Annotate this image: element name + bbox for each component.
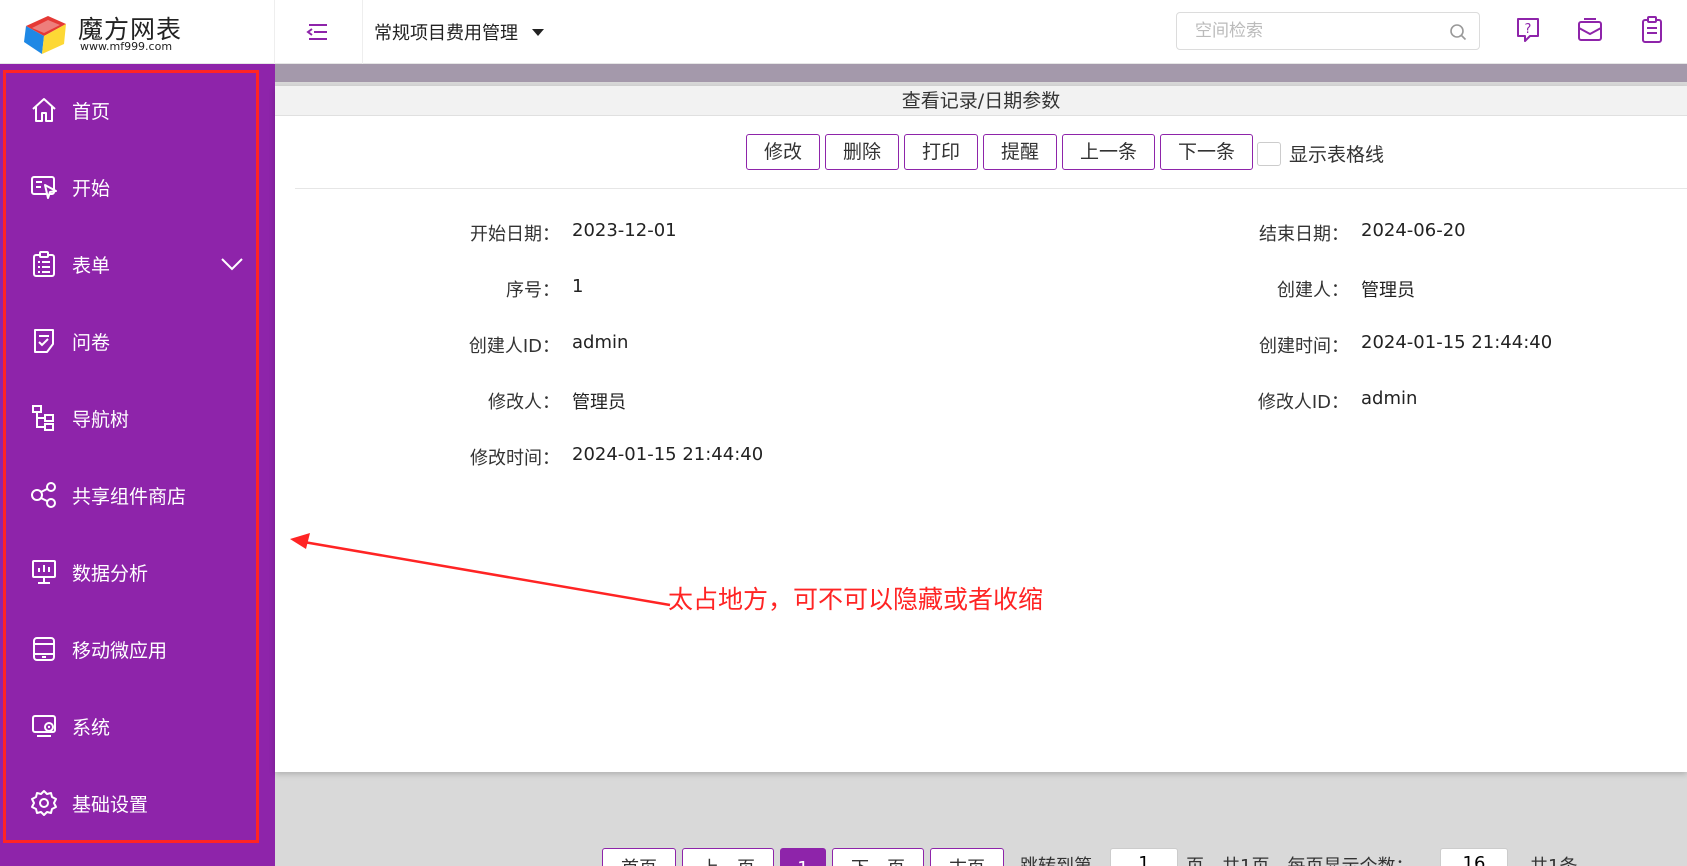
sidebar-item-label: 开始 [72, 178, 111, 200]
sidebar-item-share-store[interactable]: 共享组件商店 [0, 465, 262, 525]
sidebar-item-home[interactable]: 首页 [0, 80, 262, 140]
current-page-button[interactable]: 1 [780, 848, 826, 866]
modifier-id-label: 修改人ID： [1257, 392, 1349, 413]
nav-tree-icon [32, 405, 54, 431]
sidebar-item-mobile-app[interactable]: 移动微应用 [0, 619, 262, 679]
next-record-button[interactable]: 下一条 [1160, 134, 1253, 170]
grid-lines-toggle[interactable]: 显示表格线 [1257, 140, 1384, 167]
jump-label: 跳转到第 [1020, 852, 1092, 866]
start-icon [31, 176, 57, 199]
end-date-label: 结束日期： [1259, 224, 1349, 245]
project-name: 常规项目费用管理 [374, 23, 518, 44]
clipboard-icon[interactable] [1636, 14, 1668, 46]
modifier-value: 管理员 [572, 392, 626, 413]
settings-icon [31, 790, 57, 816]
sidebar-item-start[interactable]: 开始 [0, 157, 262, 217]
total-count: 共1条 [1530, 852, 1577, 866]
content-overlay-bar [275, 64, 1687, 82]
modified-time-label: 修改时间： [470, 448, 560, 469]
header-divider [274, 0, 275, 64]
grid-lines-checkbox[interactable] [1257, 141, 1281, 166]
sidebar-item-label: 系统 [72, 717, 111, 739]
top-header: 魔方网表 www.mf999.com 常规项目费用管理 ? [0, 0, 1687, 64]
sidebar-item-form[interactable]: 表单 [0, 234, 262, 294]
sidebar-item-nav-tree[interactable]: 导航树 [0, 388, 262, 448]
prev-record-button[interactable]: 上一条 [1062, 134, 1155, 170]
creator-value: 管理员 [1361, 280, 1415, 301]
view-record-dialog: 查看记录/日期参数 修改 删除 打印 提醒 上一条 下一条 显示表格线 开始日期… [275, 86, 1687, 772]
svg-text:?: ? [1525, 22, 1532, 37]
sidebar-item-label: 导航树 [72, 409, 130, 431]
last-page-button[interactable]: 末页 [930, 848, 1004, 866]
project-selector[interactable]: 常规项目费用管理 [374, 18, 544, 46]
annotation-text: 太占地方，可不可以隐藏或者收缩 [668, 585, 1044, 614]
home-icon [32, 98, 56, 122]
header-divider [362, 0, 363, 64]
record-toolbar: 修改 删除 打印 提醒 上一条 下一条 显示表格线 [275, 134, 1687, 170]
sidebar-item-label: 移动微应用 [72, 640, 168, 662]
creator-id-label: 创建人ID： [468, 336, 560, 357]
mobile-icon [33, 637, 55, 661]
sidebar-item-settings[interactable]: 基础设置 [0, 773, 262, 833]
edit-button[interactable]: 修改 [746, 134, 820, 170]
dialog-title: 查看记录/日期参数 [275, 86, 1687, 116]
form-icon [33, 251, 55, 277]
sidebar-item-label: 问卷 [72, 332, 111, 354]
message-icon[interactable] [1574, 14, 1606, 46]
analytics-icon [32, 560, 56, 584]
seq-label: 序号： [506, 280, 560, 301]
creator-label: 创建人： [1277, 280, 1349, 301]
sidebar: 首页 开始 表单 问卷 导航树 共享组件商店 数据分析 移动微应用 系统 基础设… [0, 64, 275, 866]
collapse-menu-icon [306, 24, 327, 40]
page-info: 页，共1页，每页显示个数： [1186, 852, 1413, 866]
end-date-value: 2024-06-20 [1361, 220, 1466, 241]
logo-cube-icon [24, 16, 66, 54]
modifier-id-value: admin [1361, 388, 1418, 409]
start-date-label: 开始日期： [470, 224, 560, 245]
created-time-label: 创建时间： [1259, 336, 1349, 357]
sidebar-item-system[interactable]: 系统 [0, 696, 262, 756]
sidebar-item-label: 基础设置 [72, 794, 149, 816]
grid-lines-label: 显示表格线 [1289, 144, 1385, 166]
delete-button[interactable]: 删除 [825, 134, 899, 170]
creator-id-value: admin [572, 332, 629, 353]
next-page-button[interactable]: 下一页 [832, 848, 924, 866]
sidebar-item-label: 共享组件商店 [72, 486, 187, 508]
questionnaire-icon [34, 329, 54, 353]
created-time-value: 2024-01-15 21:44:40 [1361, 332, 1553, 353]
sidebar-item-analytics[interactable]: 数据分析 [0, 542, 262, 602]
page-size-input[interactable] [1440, 848, 1508, 866]
prev-page-button[interactable]: 上一页 [682, 848, 774, 866]
remind-button[interactable]: 提醒 [983, 134, 1057, 170]
caret-down-icon [532, 28, 544, 36]
search-input[interactable] [1195, 19, 1445, 43]
search-icon[interactable] [1449, 23, 1467, 41]
modified-time-value: 2024-01-15 21:44:40 [572, 444, 764, 465]
print-button[interactable]: 打印 [904, 134, 978, 170]
sidebar-item-label: 数据分析 [72, 563, 149, 585]
system-icon [32, 715, 56, 737]
seq-value: 1 [572, 276, 584, 297]
share-icon [31, 482, 56, 508]
sidebar-item-label: 表单 [72, 255, 111, 277]
modifier-label: 修改人： [488, 392, 560, 413]
sidebar-item-questionnaire[interactable]: 问卷 [0, 311, 262, 371]
start-date-value: 2023-12-01 [572, 220, 677, 241]
sidebar-collapse-button[interactable] [302, 17, 332, 47]
help-icon[interactable]: ? [1512, 14, 1544, 46]
first-page-button[interactable]: 首页 [602, 848, 676, 866]
chevron-down-icon[interactable] [220, 256, 244, 272]
dialog-divider [295, 188, 1687, 189]
sidebar-item-label: 首页 [72, 101, 111, 123]
logo-url: www.mf999.com [80, 40, 173, 53]
space-search[interactable] [1176, 12, 1480, 50]
jump-page-input[interactable] [1110, 848, 1178, 866]
logo[interactable]: 魔方网表 www.mf999.com [22, 8, 252, 56]
